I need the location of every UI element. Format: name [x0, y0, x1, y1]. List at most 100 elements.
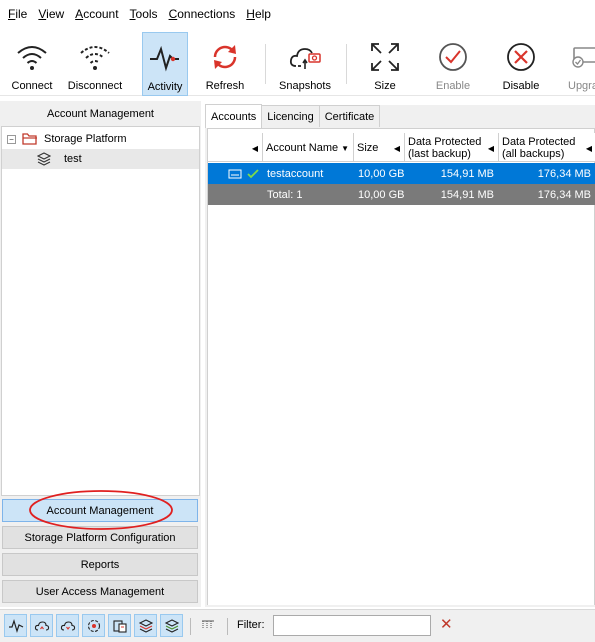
- menu-account-label: ccount: [83, 7, 119, 21]
- cloud-camera-icon: [289, 48, 321, 69]
- reports-button[interactable]: Reports: [2, 553, 198, 576]
- cloud-download-button[interactable]: [56, 614, 79, 637]
- reports-label: Reports: [80, 558, 120, 571]
- enable-label: Enable: [435, 80, 471, 92]
- tree-view[interactable]: − Storage Platform test: [1, 126, 200, 496]
- column-header-size[interactable]: Size ◀: [354, 133, 405, 162]
- menu-tools-label: ools: [135, 7, 158, 21]
- layers-alt-icon: [164, 618, 179, 633]
- menu-connections-label: onnections: [177, 7, 236, 21]
- column-header-account-name[interactable]: Account Name ▼: [263, 133, 354, 162]
- wifi-off-icon: [80, 46, 110, 70]
- collapse-icon[interactable]: −: [7, 134, 16, 144]
- disconnect-button[interactable]: Disconnect: [64, 32, 126, 96]
- account-status-cell: [228, 163, 260, 184]
- disable-label: Disable: [502, 80, 540, 92]
- clipboard-icon: [112, 619, 127, 633]
- connect-button[interactable]: Connect: [4, 32, 60, 96]
- layers-alt-button[interactable]: [160, 614, 183, 637]
- tree-node-label: test: [64, 153, 82, 165]
- account-name-cell: testaccount: [267, 167, 324, 180]
- menu-view-label: iew: [46, 7, 65, 21]
- sort-left-arrow-icon: ◀: [393, 144, 400, 153]
- column-header-label: Data Protected: [502, 136, 576, 148]
- total-size-cell: 10,00 GB: [358, 188, 405, 201]
- connect-label: Connect: [11, 80, 53, 92]
- check-icon: [247, 168, 259, 178]
- column-header-status[interactable]: ◀: [208, 133, 263, 162]
- right-panel: Accounts Licencing Certificate ◀ Account…: [205, 104, 595, 607]
- cloud-upload-icon: [34, 620, 49, 631]
- column-header-data-protected-all[interactable]: Data Protected (all backups) ◀: [499, 133, 595, 162]
- total-data-protected-all-cell: 176,34 MB: [537, 188, 591, 201]
- menu-connections-mnemonic: C: [168, 7, 178, 21]
- table-row[interactable]: testaccount 10,00 GB 154,91 MB 176,34 MB: [208, 163, 595, 184]
- data-protected-all-cell: 176,34 MB: [537, 167, 591, 180]
- bottom-toolbar: Filter: ✕: [0, 609, 595, 642]
- column-header-data-protected-last[interactable]: Data Protected (last backup) ◀: [405, 133, 499, 162]
- wifi-icon: [17, 46, 47, 70]
- size-label: Size: [374, 80, 396, 92]
- snapshots-button[interactable]: Snapshots: [277, 32, 333, 96]
- tree-node-storage-platform[interactable]: − Storage Platform: [2, 129, 199, 149]
- sort-down-arrow-icon: ▼: [341, 144, 349, 153]
- enable-button[interactable]: Enable: [430, 32, 476, 96]
- snapshots-label: Snapshots: [279, 80, 331, 92]
- menu-file[interactable]: File: [4, 7, 31, 21]
- account-icon: [228, 169, 242, 178]
- expand-icon: [371, 43, 399, 71]
- activity-icon: [150, 45, 179, 72]
- upgrade-button[interactable]: Upgra: [562, 32, 595, 96]
- activity-view-button[interactable]: [4, 614, 27, 637]
- refresh-settings-button[interactable]: [82, 614, 105, 637]
- tree-node-label: Storage Platform: [44, 133, 127, 145]
- refresh-gear-icon: [87, 619, 100, 632]
- refresh-button[interactable]: Refresh: [200, 32, 250, 96]
- sort-left-arrow-icon: ◀: [251, 144, 258, 153]
- left-panel-title: Account Management: [46, 107, 154, 120]
- filter-input[interactable]: [273, 615, 431, 636]
- user-access-management-button[interactable]: User Access Management: [2, 580, 198, 603]
- tab-certificate-label: Certificate: [324, 110, 375, 123]
- column-header-sublabel: (all backups): [502, 148, 565, 160]
- upgrade-icon: [572, 47, 595, 68]
- refresh-icon: [213, 45, 237, 69]
- clear-filter-icon[interactable]: ✕: [440, 617, 453, 632]
- activity-button[interactable]: Activity: [142, 32, 188, 96]
- tree-node-test[interactable]: test: [2, 149, 199, 169]
- activity-label: Activity: [147, 81, 183, 93]
- column-header-label: Size: [357, 141, 379, 154]
- menu-view[interactable]: View: [34, 7, 68, 21]
- layers-button[interactable]: [134, 614, 157, 637]
- tab-licencing[interactable]: Licencing: [261, 105, 320, 127]
- menu-connections[interactable]: Connections: [165, 7, 240, 21]
- menu-help-mnemonic: H: [246, 7, 255, 21]
- total-label-cell: Total: 1: [267, 188, 303, 201]
- tab-licencing-label: Licencing: [267, 110, 314, 123]
- cloud-upload-button[interactable]: [30, 614, 53, 637]
- clipboard-button[interactable]: [108, 614, 131, 637]
- user-access-management-label: User Access Management: [35, 585, 165, 598]
- cloud-download-icon: [60, 620, 75, 631]
- column-header-label: Data Protected: [408, 136, 482, 148]
- size-button[interactable]: Size: [362, 32, 408, 96]
- layers-icon: [138, 618, 153, 633]
- sort-left-arrow-icon: ◀: [487, 144, 494, 153]
- bottom-separator: [227, 618, 228, 635]
- toolbar-separator: [346, 44, 347, 84]
- grid-header: ◀ Account Name ▼ Size ◀ Data Protected (…: [208, 133, 595, 162]
- menu-account-mnemonic: A: [75, 7, 84, 21]
- disable-button[interactable]: Disable: [498, 32, 544, 96]
- menu-tools[interactable]: Tools: [126, 7, 162, 21]
- tab-accounts[interactable]: Accounts: [205, 104, 263, 128]
- toolbar-separator: [265, 44, 266, 84]
- upgrade-label: Upgra: [568, 80, 595, 92]
- menu-help-label: elp: [254, 7, 271, 21]
- menu-help[interactable]: Help: [242, 7, 275, 21]
- total-data-protected-last-cell: 154,91 MB: [440, 188, 494, 201]
- accounts-grid[interactable]: ◀ Account Name ▼ Size ◀ Data Protected (…: [207, 128, 595, 605]
- tab-certificate[interactable]: Certificate: [318, 105, 381, 127]
- menu-account[interactable]: Account: [71, 7, 122, 21]
- x-circle-icon: [507, 43, 535, 71]
- column-chooser-icon[interactable]: [200, 618, 216, 634]
